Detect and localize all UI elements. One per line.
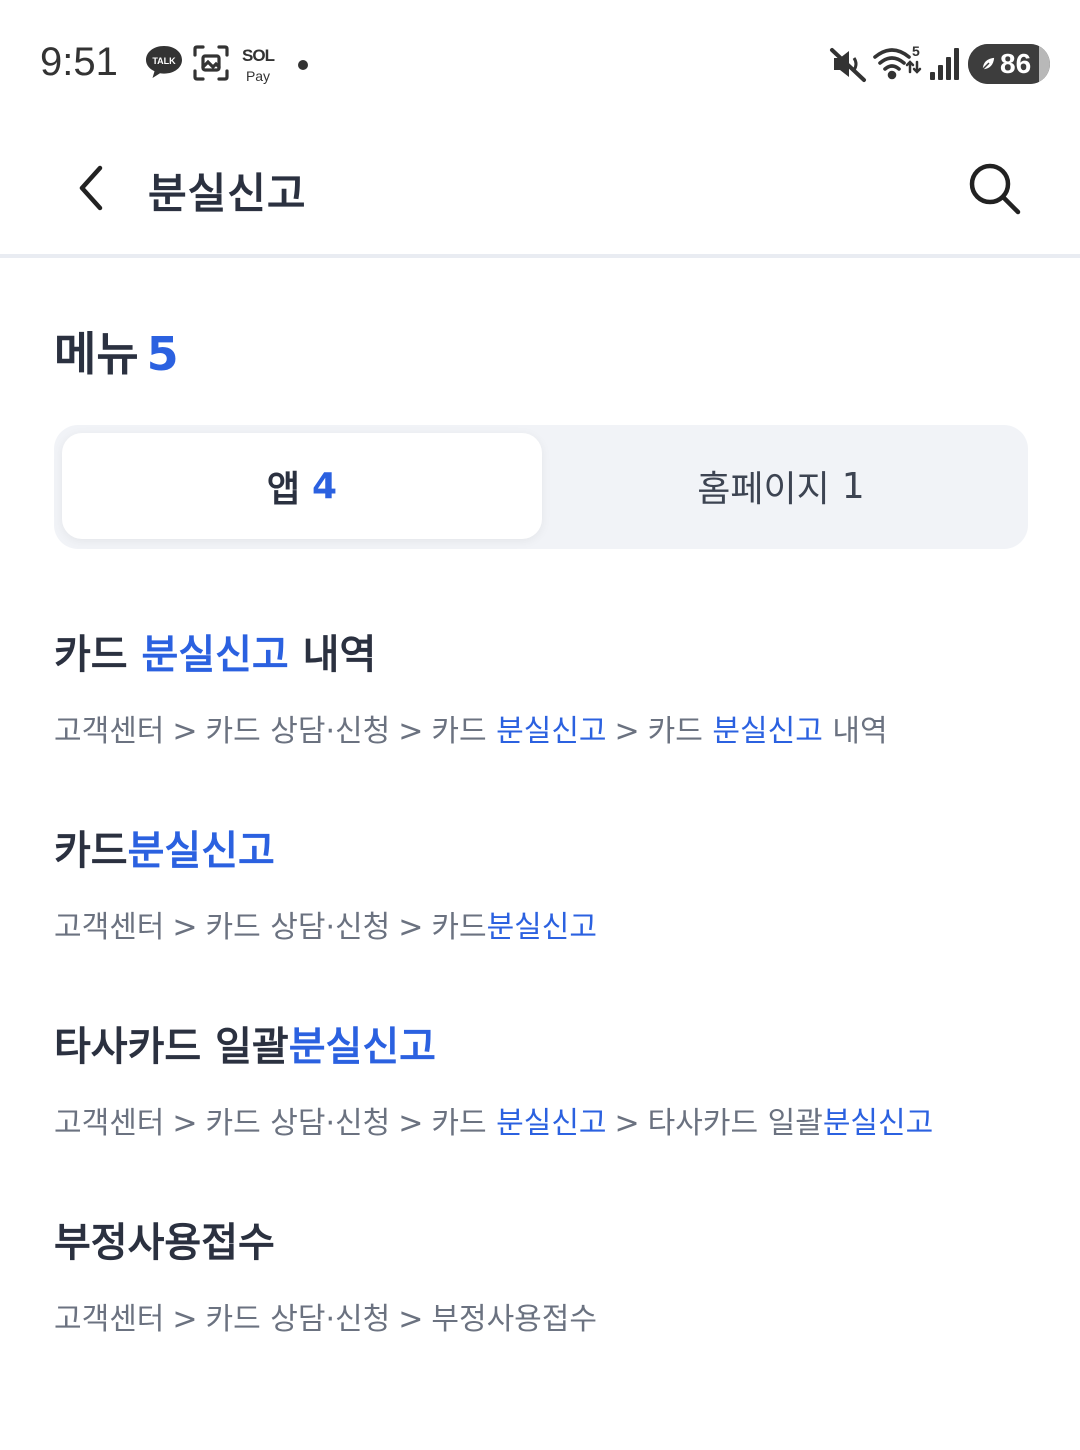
kakaotalk-icon: TALK — [144, 44, 184, 80]
result-breadcrumb: 고객센터 > 카드 상담·신청 > 카드 분실신고 > 카드 분실신고 내역 — [54, 714, 888, 749]
status-bar: 9:51 TALK SOL Pay 5 86 — [0, 0, 1080, 130]
tab-app[interactable]: 앱4 — [62, 433, 542, 539]
result-item-card-loss-report[interactable]: 카드분실신고 고객센터 > 카드 상담·신청 > 카드분실신고 — [54, 818, 1028, 946]
result-item-fraud-report[interactable]: 부정사용접수 고객센터 > 카드 상담·신청 > 부정사용접수 — [54, 1210, 1028, 1338]
back-button[interactable] — [64, 160, 120, 216]
result-breadcrumb: 고객센터 > 카드 상담·신청 > 카드 분실신고 > 타사카드 일괄분실신고 — [54, 1106, 934, 1141]
notification-dot-icon — [298, 60, 308, 70]
result-title: 타사카드 일괄분실신고 — [54, 1024, 436, 1070]
chevron-left-icon — [79, 165, 103, 211]
result-title: 카드 분실신고 내역 — [54, 632, 377, 678]
tab-label: 앱 — [266, 469, 301, 510]
mute-icon — [828, 44, 868, 84]
menu-label: 메뉴 — [54, 327, 139, 381]
result-item-card-loss-report-history[interactable]: 카드 분실신고 내역 고객센터 > 카드 상담·신청 > 카드 분실신고 > 카드 분실신고… — [54, 622, 1028, 750]
top-app-bar: 분실신고 — [0, 130, 1080, 258]
sol-pay-icon: SOL Pay — [240, 44, 276, 84]
search-button[interactable] — [964, 158, 1024, 218]
tab-count: 4 — [312, 465, 338, 507]
svg-text:SOL: SOL — [242, 46, 275, 65]
svg-text:5: 5 — [912, 44, 920, 59]
result-breadcrumb: 고객센터 > 카드 상담·신청 > 카드분실신고 — [54, 910, 597, 945]
signal-icon — [928, 44, 962, 84]
page-title: 분실신고 — [148, 169, 307, 218]
tab-count: 1 — [841, 465, 865, 507]
battery-level: 86 — [1000, 48, 1032, 79]
result-item-other-card-bulk-loss-report[interactable]: 타사카드 일괄분실신고 고객센터 > 카드 상담·신청 > 카드 분실신고 > 타사카드 일… — [54, 1014, 1028, 1142]
menu-count: 5 — [146, 327, 179, 381]
menu-count-heading: 메뉴 5 — [54, 318, 179, 384]
wifi-icon: 5 — [872, 43, 922, 84]
screenshot-icon — [192, 44, 230, 82]
svg-text:TALK: TALK — [152, 56, 176, 66]
result-tabs: 앱4 홈페이지 1 — [54, 425, 1028, 549]
search-icon — [969, 163, 1021, 215]
tab-homepage[interactable]: 홈페이지 1 — [542, 433, 1020, 539]
result-title: 카드분실신고 — [54, 828, 275, 874]
tab-label: 홈페이지 — [697, 469, 830, 510]
result-title: 부정사용접수 — [54, 1220, 275, 1266]
status-time: 9:51 — [40, 40, 118, 84]
result-breadcrumb: 고객센터 > 카드 상담·신청 > 부정사용접수 — [54, 1302, 597, 1337]
svg-text:Pay: Pay — [246, 68, 270, 84]
battery-icon: 86 — [968, 44, 1050, 84]
